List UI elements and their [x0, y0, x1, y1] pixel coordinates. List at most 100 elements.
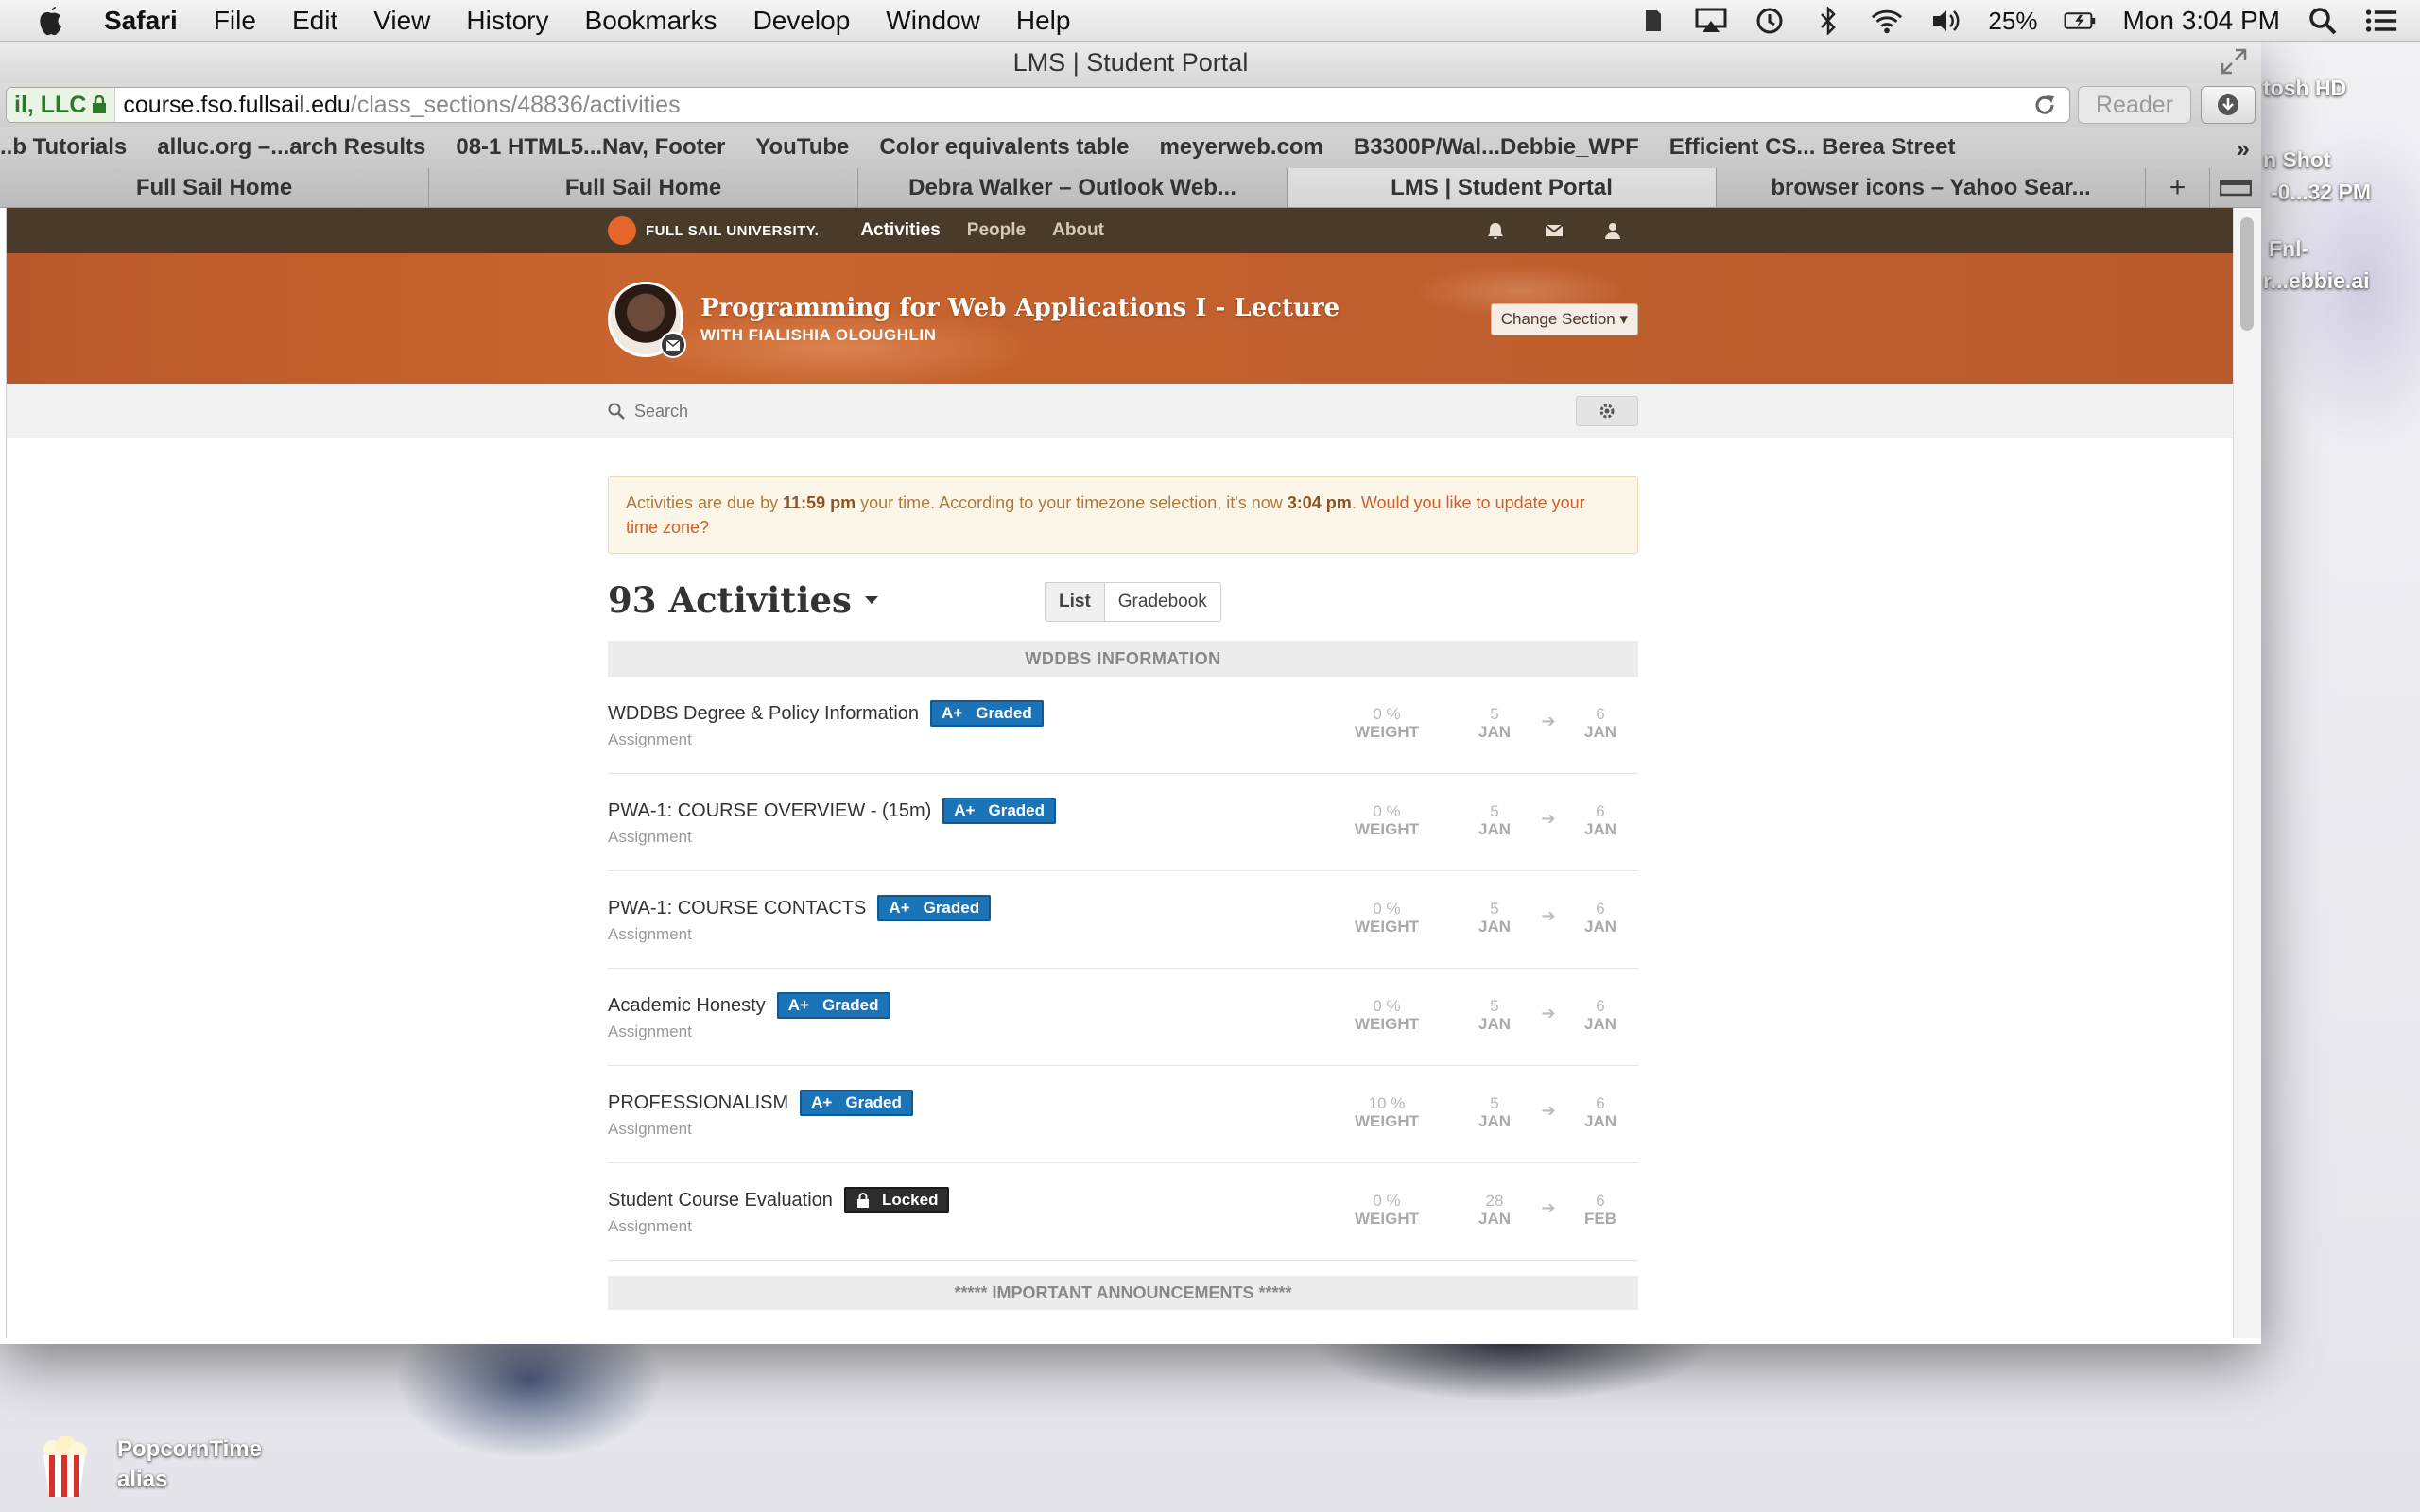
bookmark-item[interactable]: meyerweb.com: [1159, 134, 1322, 161]
notification-center-icon[interactable]: [2365, 5, 2397, 37]
airplay-icon[interactable]: [1695, 5, 1727, 37]
menubar-clock[interactable]: Mon 3:04 PM: [2122, 6, 2280, 36]
battery-icon[interactable]: [2064, 5, 2096, 37]
end-day: 6: [1596, 705, 1605, 723]
graded-badge[interactable]: A+ Graded: [942, 798, 1057, 824]
apple-icon[interactable]: [34, 4, 68, 38]
graded-badge[interactable]: A+ Graded: [776, 992, 890, 1019]
menu-history[interactable]: History: [466, 6, 548, 36]
desktop-icon-label[interactable]: r...ebbie.ai: [2263, 268, 2370, 294]
notifications-bell-icon[interactable]: [1485, 220, 1506, 241]
end-date: 6 JAN: [1574, 900, 1627, 936]
wifi-icon[interactable]: [1871, 5, 1903, 37]
tab-yahoo-search[interactable]: browser icons – Yahoo Sear...: [1717, 168, 2146, 207]
activity-type: Assignment: [608, 925, 692, 943]
gradebook-view-button[interactable]: Gradebook: [1104, 583, 1220, 621]
graded-badge[interactable]: A+ Graded: [800, 1090, 913, 1116]
scrollbar-thumb[interactable]: [2240, 217, 2254, 331]
activities-count-dropdown[interactable]: 93 Activities: [608, 579, 852, 621]
popcorn-time-icon[interactable]: [36, 1436, 93, 1499]
site-logo-text[interactable]: FULL SAIL UNIVERSITY.: [646, 223, 819, 239]
fullscreen-icon[interactable]: [2220, 47, 2248, 76]
reader-button[interactable]: Reader: [2078, 86, 2191, 124]
tab-full-sail-home-2[interactable]: Full Sail Home: [429, 168, 858, 207]
menu-bookmarks[interactable]: Bookmarks: [585, 6, 717, 36]
messages-envelope-icon[interactable]: [1544, 220, 1564, 241]
reload-icon[interactable]: [2031, 92, 2058, 118]
battery-percent[interactable]: 25%: [1988, 7, 2037, 36]
nav-activities[interactable]: Activities: [860, 220, 940, 241]
bookmark-item[interactable]: B3300P/Wal...Debbie_WPF: [1354, 134, 1639, 161]
course-title-block: Programming for Web Applications I - Lec…: [700, 294, 1340, 345]
nav-people[interactable]: People: [967, 220, 1026, 241]
activity-name[interactable]: PWA-1: COURSE OVERVIEW - (15m): [608, 800, 931, 822]
activity-row[interactable]: PWA-1: COURSE OVERVIEW - (15m) A+ Graded As…: [608, 774, 1638, 871]
desktop-icon-label[interactable]: -0...32 PM: [2271, 180, 2371, 205]
bookmark-item[interactable]: alluc.org –...arch Results: [157, 134, 425, 161]
evernote-icon[interactable]: [1636, 5, 1668, 37]
tab-overview-icon[interactable]: [2210, 168, 2261, 207]
weight-label: WEIGHT: [1355, 1112, 1419, 1130]
instructor-avatar[interactable]: [608, 282, 686, 358]
popcorn-time-label[interactable]: PopcornTime alias: [117, 1435, 262, 1495]
tab-lms-student-portal[interactable]: LMS | Student Portal: [1288, 168, 1717, 207]
bookmark-item[interactable]: Efficient CS... Berea Street: [1669, 134, 1956, 161]
activity-row[interactable]: Student Course Evaluation Locked Assignmen…: [608, 1163, 1638, 1261]
page-scrollbar[interactable]: [2233, 208, 2261, 1338]
bookmark-item[interactable]: 08-1 HTML5...Nav, Footer: [456, 134, 725, 161]
downloads-button[interactable]: [2201, 86, 2256, 124]
activity-row[interactable]: PROFESSIONALISM A+ Graded Assignment 10 % WEI…: [608, 1066, 1638, 1163]
window-titlebar[interactable]: LMS | Student Portal: [0, 42, 2261, 83]
tab-full-sail-home[interactable]: Full Sail Home: [0, 168, 429, 207]
list-view-button[interactable]: List: [1046, 583, 1105, 621]
bookmarks-overflow-icon[interactable]: »: [2237, 134, 2250, 163]
bookmark-item[interactable]: Color equivalents table: [879, 134, 1129, 161]
locked-badge[interactable]: Locked: [843, 1187, 950, 1213]
menu-develop[interactable]: Develop: [753, 6, 851, 36]
change-section-button[interactable]: Change Section ▾: [1490, 303, 1638, 335]
time-machine-icon[interactable]: [1754, 5, 1786, 37]
bookmarks-bar: ..b Tutorials alluc.org –...arch Results…: [0, 127, 2261, 168]
activity-row[interactable]: Academic Honesty A+ Graded Assignment 0 % WEI…: [608, 969, 1638, 1066]
bluetooth-icon[interactable]: [1812, 5, 1844, 37]
ev-certificate-badge[interactable]: il, LLC: [7, 88, 116, 122]
menu-help[interactable]: Help: [1016, 6, 1071, 36]
settings-button[interactable]: [1576, 396, 1638, 426]
volume-icon[interactable]: [1929, 5, 1962, 37]
activity-name[interactable]: PWA-1: COURSE CONTACTS: [608, 898, 866, 919]
desktop-icon-label[interactable]: n Shot: [2263, 147, 2331, 173]
activity-row[interactable]: WDDBS Degree & Policy Information A+ Grade…: [608, 677, 1638, 774]
message-instructor-icon[interactable]: [660, 332, 686, 358]
activity-name[interactable]: PROFESSIONALISM: [608, 1092, 788, 1114]
activity-row[interactable]: PWA-1: COURSE CONTACTS A+ Graded Assignment…: [608, 871, 1638, 969]
search-input[interactable]: Search: [634, 402, 688, 421]
graded-badge[interactable]: A+ Graded: [930, 700, 1044, 727]
tab-outlook-web[interactable]: Debra Walker – Outlook Web...: [858, 168, 1288, 207]
address-bar[interactable]: il, LLC course.fso.fullsail.edu/class_se…: [6, 87, 2070, 123]
end-month: FEB: [1584, 1210, 1616, 1228]
activity-title-line: Student Course Evaluation Locked: [608, 1187, 950, 1213]
desktop-icon-label[interactable]: tosh HD: [2263, 76, 2346, 101]
menu-file[interactable]: File: [214, 6, 256, 36]
menu-app-name[interactable]: Safari: [104, 6, 178, 36]
site-nav-bar: FULL SAIL UNIVERSITY. Activities People …: [7, 208, 2233, 253]
menu-edit[interactable]: Edit: [292, 6, 337, 36]
alert-text: Activities are due by: [626, 493, 784, 512]
new-tab-button[interactable]: +: [2146, 168, 2210, 207]
caret-down-icon[interactable]: [864, 596, 878, 604]
bookmark-item[interactable]: ..b Tutorials: [0, 134, 127, 161]
menu-window[interactable]: Window: [886, 6, 980, 36]
bookmark-item[interactable]: YouTube: [755, 134, 849, 161]
nav-about[interactable]: About: [1052, 220, 1104, 241]
activity-name[interactable]: Student Course Evaluation: [608, 1190, 833, 1211]
activity-name[interactable]: WDDBS Degree & Policy Information: [608, 703, 919, 725]
full-sail-logo-icon[interactable]: [608, 216, 636, 245]
desktop-icon-label[interactable]: Fnl-: [2269, 236, 2308, 262]
user-profile-icon[interactable]: [1602, 220, 1623, 241]
activity-name[interactable]: Academic Honesty: [608, 995, 766, 1017]
graded-badge[interactable]: A+ Graded: [877, 895, 992, 921]
activity-type: Assignment: [608, 1217, 692, 1235]
menu-view[interactable]: View: [373, 6, 430, 36]
weight-label: WEIGHT: [1355, 723, 1419, 741]
spotlight-search-icon[interactable]: [2307, 5, 2339, 37]
